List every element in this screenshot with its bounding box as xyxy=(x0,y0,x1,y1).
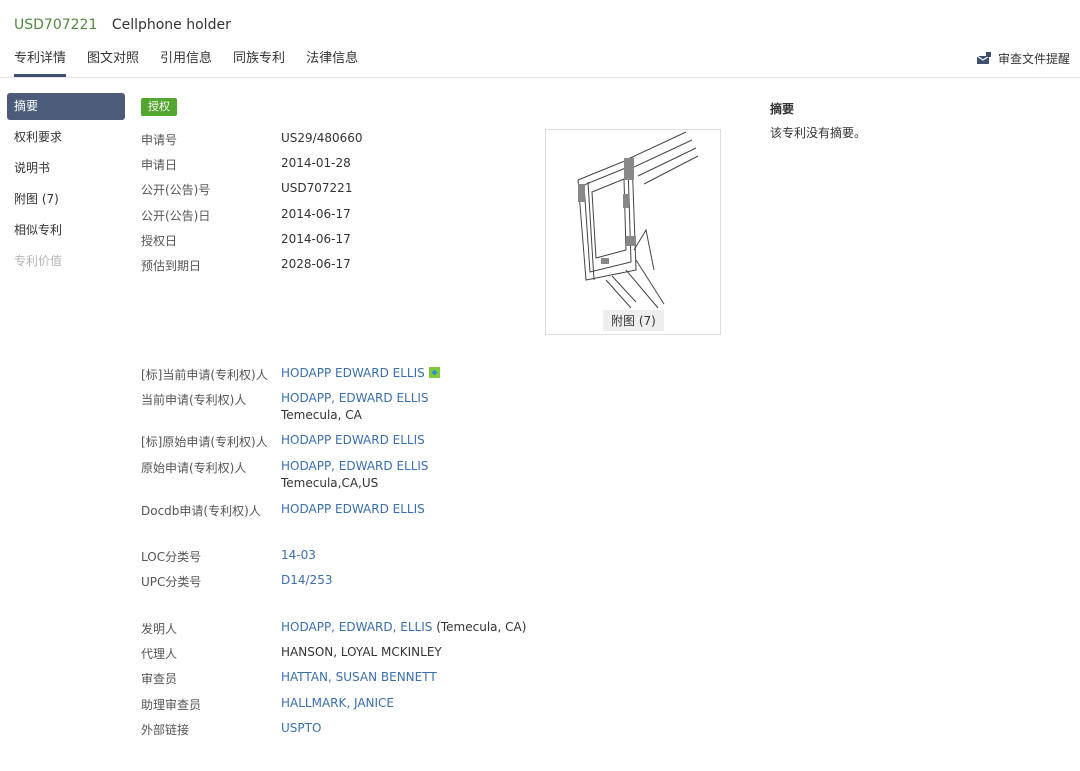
tab-citations[interactable]: 引用信息 xyxy=(160,49,212,77)
docdb-assignee-label: Docdb申请(专利权)人 xyxy=(141,504,261,518)
sidebar-item-similar[interactable]: 相似专利 xyxy=(7,215,125,246)
app-date-value: 2014-01-28 xyxy=(281,156,351,170)
assistant-examiner-link[interactable]: HALLMARK, JANICE xyxy=(281,696,394,710)
examiner-link[interactable]: HATTAN, SUSAN BENNETT xyxy=(281,670,437,684)
inventor-location: (Temecula, CA) xyxy=(432,620,527,634)
sidebar: 摘要 权利要求 说明书 附图 (7) 相似专利 专利价值 xyxy=(7,93,125,277)
pub-no-value: USD707221 xyxy=(281,181,353,195)
tab-family[interactable]: 同族专利 xyxy=(233,49,285,77)
status-badge: 授权 xyxy=(141,98,177,116)
agent-value: HANSON, LOYAL MCKINLEY xyxy=(281,645,442,659)
external-link-label: 外部链接 xyxy=(141,723,190,737)
inventor-label: 发明人 xyxy=(141,622,178,636)
company-profile-icon[interactable] xyxy=(428,367,440,378)
sidebar-item-drawings[interactable]: 附图 (7) xyxy=(7,184,125,215)
pub-date-label: 公开(公告)日 xyxy=(141,209,211,223)
grant-date-label: 授权日 xyxy=(141,234,178,248)
pub-date-value: 2014-06-17 xyxy=(281,207,351,221)
inventor-field: HODAPP, EDWARD, ELLIS (Temecula, CA) xyxy=(281,620,526,634)
sidebar-item-description[interactable]: 说明书 xyxy=(7,153,125,184)
patent-name: Cellphone holder xyxy=(111,17,231,33)
std-current-assignee-field: HODAPP EDWARD ELLIS xyxy=(281,366,440,380)
loc-class-link[interactable]: 14-03 xyxy=(281,548,316,562)
original-assignee-label: 原始申请(专利权)人 xyxy=(141,461,247,475)
loc-class-label: LOC分类号 xyxy=(141,550,202,564)
std-original-assignee-label: [标]原始申请(专利权)人 xyxy=(141,435,268,449)
original-assignee-link[interactable]: HODAPP, EDWARD ELLIS xyxy=(281,459,429,473)
sidebar-item-value: 专利价值 xyxy=(14,254,63,268)
sidebar-item-claims[interactable]: 权利要求 xyxy=(7,122,125,153)
upc-class-link[interactable]: D14/253 xyxy=(281,573,332,587)
mail-alert-icon xyxy=(976,52,991,64)
tab-patent-details[interactable]: 专利详情 xyxy=(14,49,67,77)
app-no-value: US29/480660 xyxy=(281,131,363,145)
original-assignee-location: Temecula,CA,US xyxy=(281,476,379,490)
tab-image-text[interactable]: 图文对照 xyxy=(87,49,139,77)
docdb-assignee-link[interactable]: HODAPP EDWARD ELLIS xyxy=(281,502,425,516)
app-no-label: 申请号 xyxy=(141,133,178,147)
review-reminder-label: 审查文件提醒 xyxy=(997,52,1070,66)
expiry-date-value: 2028-06-17 xyxy=(281,257,351,271)
tab-legal[interactable]: 法律信息 xyxy=(306,49,358,77)
sidebar-item-abstract[interactable]: 摘要 xyxy=(7,93,125,120)
current-assignee-location: Temecula, CA xyxy=(281,408,362,422)
app-date-label: 申请日 xyxy=(141,158,178,172)
agent-label: 代理人 xyxy=(141,647,178,661)
patent-drawing[interactable] xyxy=(545,129,721,335)
publication-number: USD707221 xyxy=(14,17,98,33)
abstract-title: 摘要 xyxy=(770,102,795,116)
std-original-assignee-link[interactable]: HODAPP EDWARD ELLIS xyxy=(281,433,425,447)
review-reminder-button[interactable]: 审查文件提醒 xyxy=(976,50,1070,67)
patent-title: USD707221 Cellphone holder xyxy=(14,17,231,33)
std-current-assignee-link[interactable]: HODAPP EDWARD ELLIS xyxy=(281,366,425,380)
grant-date-value: 2014-06-17 xyxy=(281,232,351,246)
uspto-link[interactable]: USPTO xyxy=(281,721,321,735)
inventor-link[interactable]: HODAPP, EDWARD, ELLIS xyxy=(281,620,432,634)
cellphone-holder-drawing xyxy=(577,131,699,309)
pub-no-label: 公开(公告)号 xyxy=(141,183,211,197)
examiner-label: 审查员 xyxy=(141,672,178,686)
upc-class-label: UPC分类号 xyxy=(141,575,202,589)
drawings-count-label[interactable]: 附图 (7) xyxy=(603,310,664,331)
std-current-assignee-label: [标]当前申请(专利权)人 xyxy=(141,368,268,382)
current-assignee-link[interactable]: HODAPP, EDWARD ELLIS xyxy=(281,391,429,405)
current-assignee-label: 当前申请(专利权)人 xyxy=(141,393,247,407)
tab-bar: 专利详情 图文对照 引用信息 同族专利 法律信息 xyxy=(14,49,379,77)
abstract-text: 该专利没有摘要。 xyxy=(770,126,867,140)
header: USD707221 Cellphone holder 专利详情 图文对照 引用信… xyxy=(0,0,1080,78)
expiry-date-label: 预估到期日 xyxy=(141,259,202,273)
assistant-examiner-label: 助理审查员 xyxy=(141,698,202,712)
